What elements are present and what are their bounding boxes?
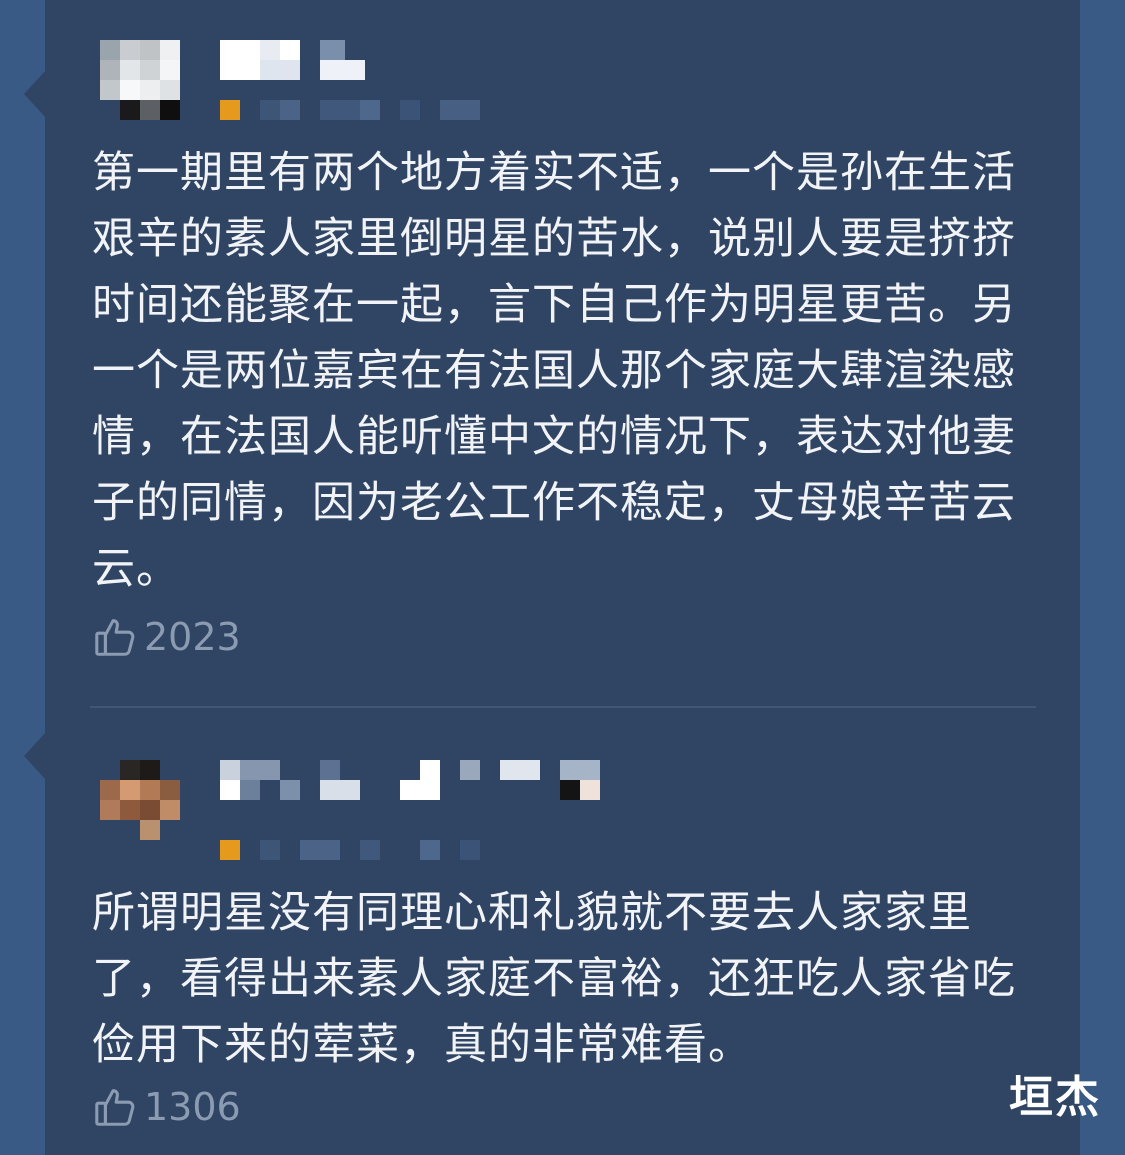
panel-notch: [24, 70, 46, 118]
like-button[interactable]: 2023: [92, 612, 241, 662]
avatar[interactable]: [100, 40, 180, 120]
username-blurred[interactable]: [220, 760, 600, 800]
thumbs-up-icon: [95, 619, 135, 656]
like-count: 2023: [144, 615, 241, 659]
comment-item: 第一期里有两个地方着实不适，一个是孙在生活艰辛的素人家里倒明星的苦水，说别人要是…: [45, 0, 1080, 700]
comment-meta-blurred: [220, 840, 480, 860]
username-blurred[interactable]: [220, 40, 365, 80]
level-badge: [220, 100, 240, 120]
screenshot-frame: 第一期里有两个地方着实不适，一个是孙在生活艰辛的素人家里倒明星的苦水，说别人要是…: [0, 0, 1125, 1155]
like-button[interactable]: 1306: [92, 1082, 241, 1132]
comment-meta-blurred: [220, 100, 480, 120]
watermark: 垣杰: [1009, 1072, 1101, 1123]
avatar[interactable]: [100, 760, 180, 840]
comment-item: 所谓明星没有同理心和礼貌就不要去人家家里了，看得出来素人家庭不富裕，还狂吃人家省…: [45, 708, 1080, 1155]
thumbs-up-icon: [95, 1089, 135, 1126]
comment-text: 所谓明星没有同理心和礼貌就不要去人家家里了，看得出来素人家庭不富裕，还狂吃人家省…: [92, 888, 1016, 1070]
panel-notch: [24, 732, 46, 780]
comment-text: 第一期里有两个地方着实不适，一个是孙在生活艰辛的素人家里倒明星的苦水，说别人要是…: [92, 148, 1016, 594]
level-badge: [220, 840, 240, 860]
like-count: 1306: [144, 1085, 241, 1129]
